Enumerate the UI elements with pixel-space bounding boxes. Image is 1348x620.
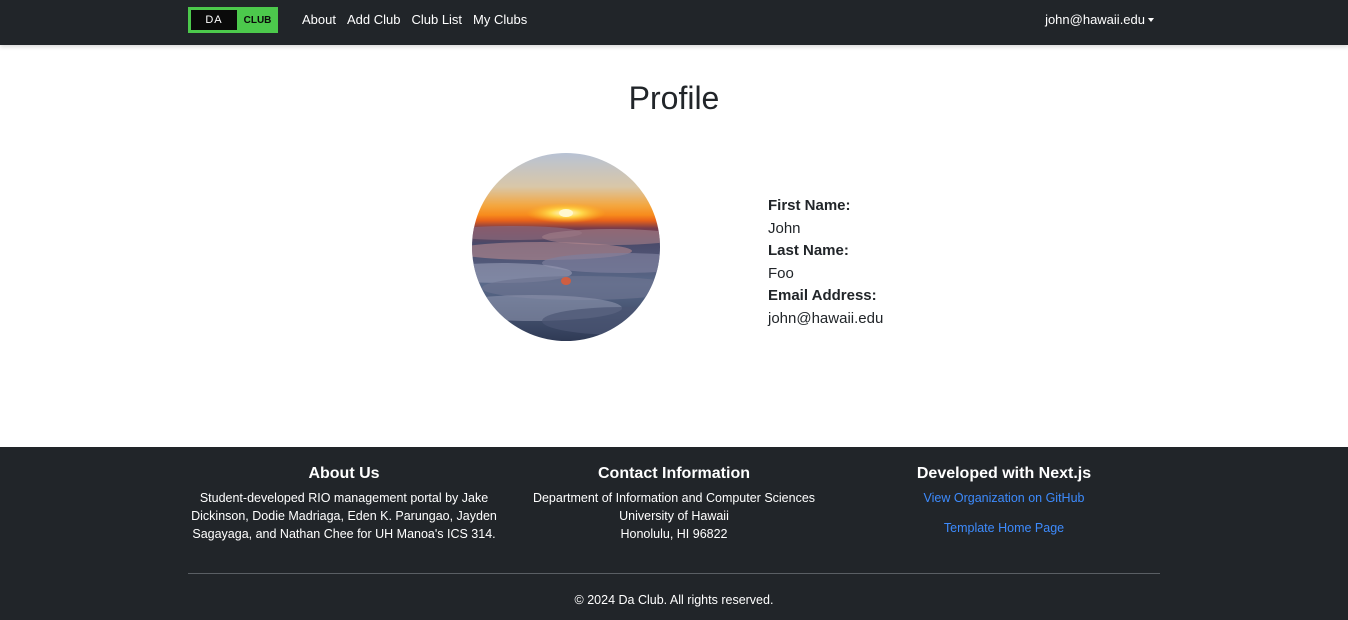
footer-developed-title: Developed with Next.js bbox=[916, 465, 1092, 482]
last-name-label: Last Name: bbox=[768, 242, 849, 259]
footer-contact-text: Department of Information and Computer S… bbox=[518, 489, 830, 543]
nav-link-club-list[interactable]: Club List bbox=[411, 12, 462, 27]
footer: About Us Student-developed RIO managemen… bbox=[0, 447, 1348, 620]
footer-contact-title: Contact Information bbox=[598, 465, 750, 482]
brand-logo[interactable]: DA CLUB bbox=[188, 7, 278, 33]
footer-developed: Developed with Next.js View Organization… bbox=[848, 464, 1160, 537]
footer-divider bbox=[188, 573, 1160, 574]
template-home-link[interactable]: Template Home Page bbox=[848, 519, 1160, 537]
nav-link-my-clubs[interactable]: My Clubs bbox=[473, 12, 527, 27]
profile-info: First Name: John Last Name: Foo Email Ad… bbox=[768, 195, 883, 330]
github-link[interactable]: View Organization on GitHub bbox=[848, 489, 1160, 507]
footer-contact-line: Honolulu, HI 96822 bbox=[620, 527, 728, 541]
footer-contact-line: Department of Information and Computer S… bbox=[532, 491, 816, 505]
footer-about: About Us Student-developed RIO managemen… bbox=[188, 464, 500, 543]
nav-links: About Add Club Club List My Clubs bbox=[302, 12, 538, 27]
first-name-label: First Name: bbox=[768, 197, 851, 214]
footer-about-line: Dickinson, Dodie Madriaga, Eden K. Parun… bbox=[191, 509, 497, 523]
nav-link-add-club[interactable]: Add Club bbox=[347, 12, 400, 27]
user-dropdown[interactable]: john@hawaii.edu bbox=[1045, 12, 1154, 27]
navbar: DA CLUB About Add Club Club List My Club… bbox=[0, 0, 1348, 45]
sunset-clouds-image bbox=[472, 153, 660, 341]
copyright: © 2024 Da Club. All rights reserved. bbox=[574, 593, 774, 607]
footer-contact-line: University of Hawaii bbox=[619, 509, 729, 523]
footer-about-title: About Us bbox=[308, 465, 380, 482]
brand-logo-club: CLUB bbox=[243, 14, 272, 26]
first-name-value: John bbox=[768, 219, 801, 237]
brand-logo-da: DA bbox=[191, 10, 237, 30]
footer-about-line: Sagayaga, and Nathan Chee for UH Manoa's… bbox=[192, 527, 496, 541]
footer-about-text: Student-developed RIO management portal … bbox=[188, 489, 500, 543]
caret-down-icon bbox=[1148, 18, 1154, 22]
footer-about-line: Student-developed RIO management portal … bbox=[199, 491, 489, 505]
footer-contact: Contact Information Department of Inform… bbox=[518, 464, 830, 543]
user-email: john@hawaii.edu bbox=[1045, 12, 1145, 27]
nav-link-about[interactable]: About bbox=[302, 12, 336, 27]
email-label: Email Address: bbox=[768, 287, 877, 304]
email-value: john@hawaii.edu bbox=[768, 309, 884, 327]
profile-avatar bbox=[472, 153, 660, 341]
page-title: Profile bbox=[628, 80, 720, 116]
last-name-value: Foo bbox=[768, 264, 794, 282]
